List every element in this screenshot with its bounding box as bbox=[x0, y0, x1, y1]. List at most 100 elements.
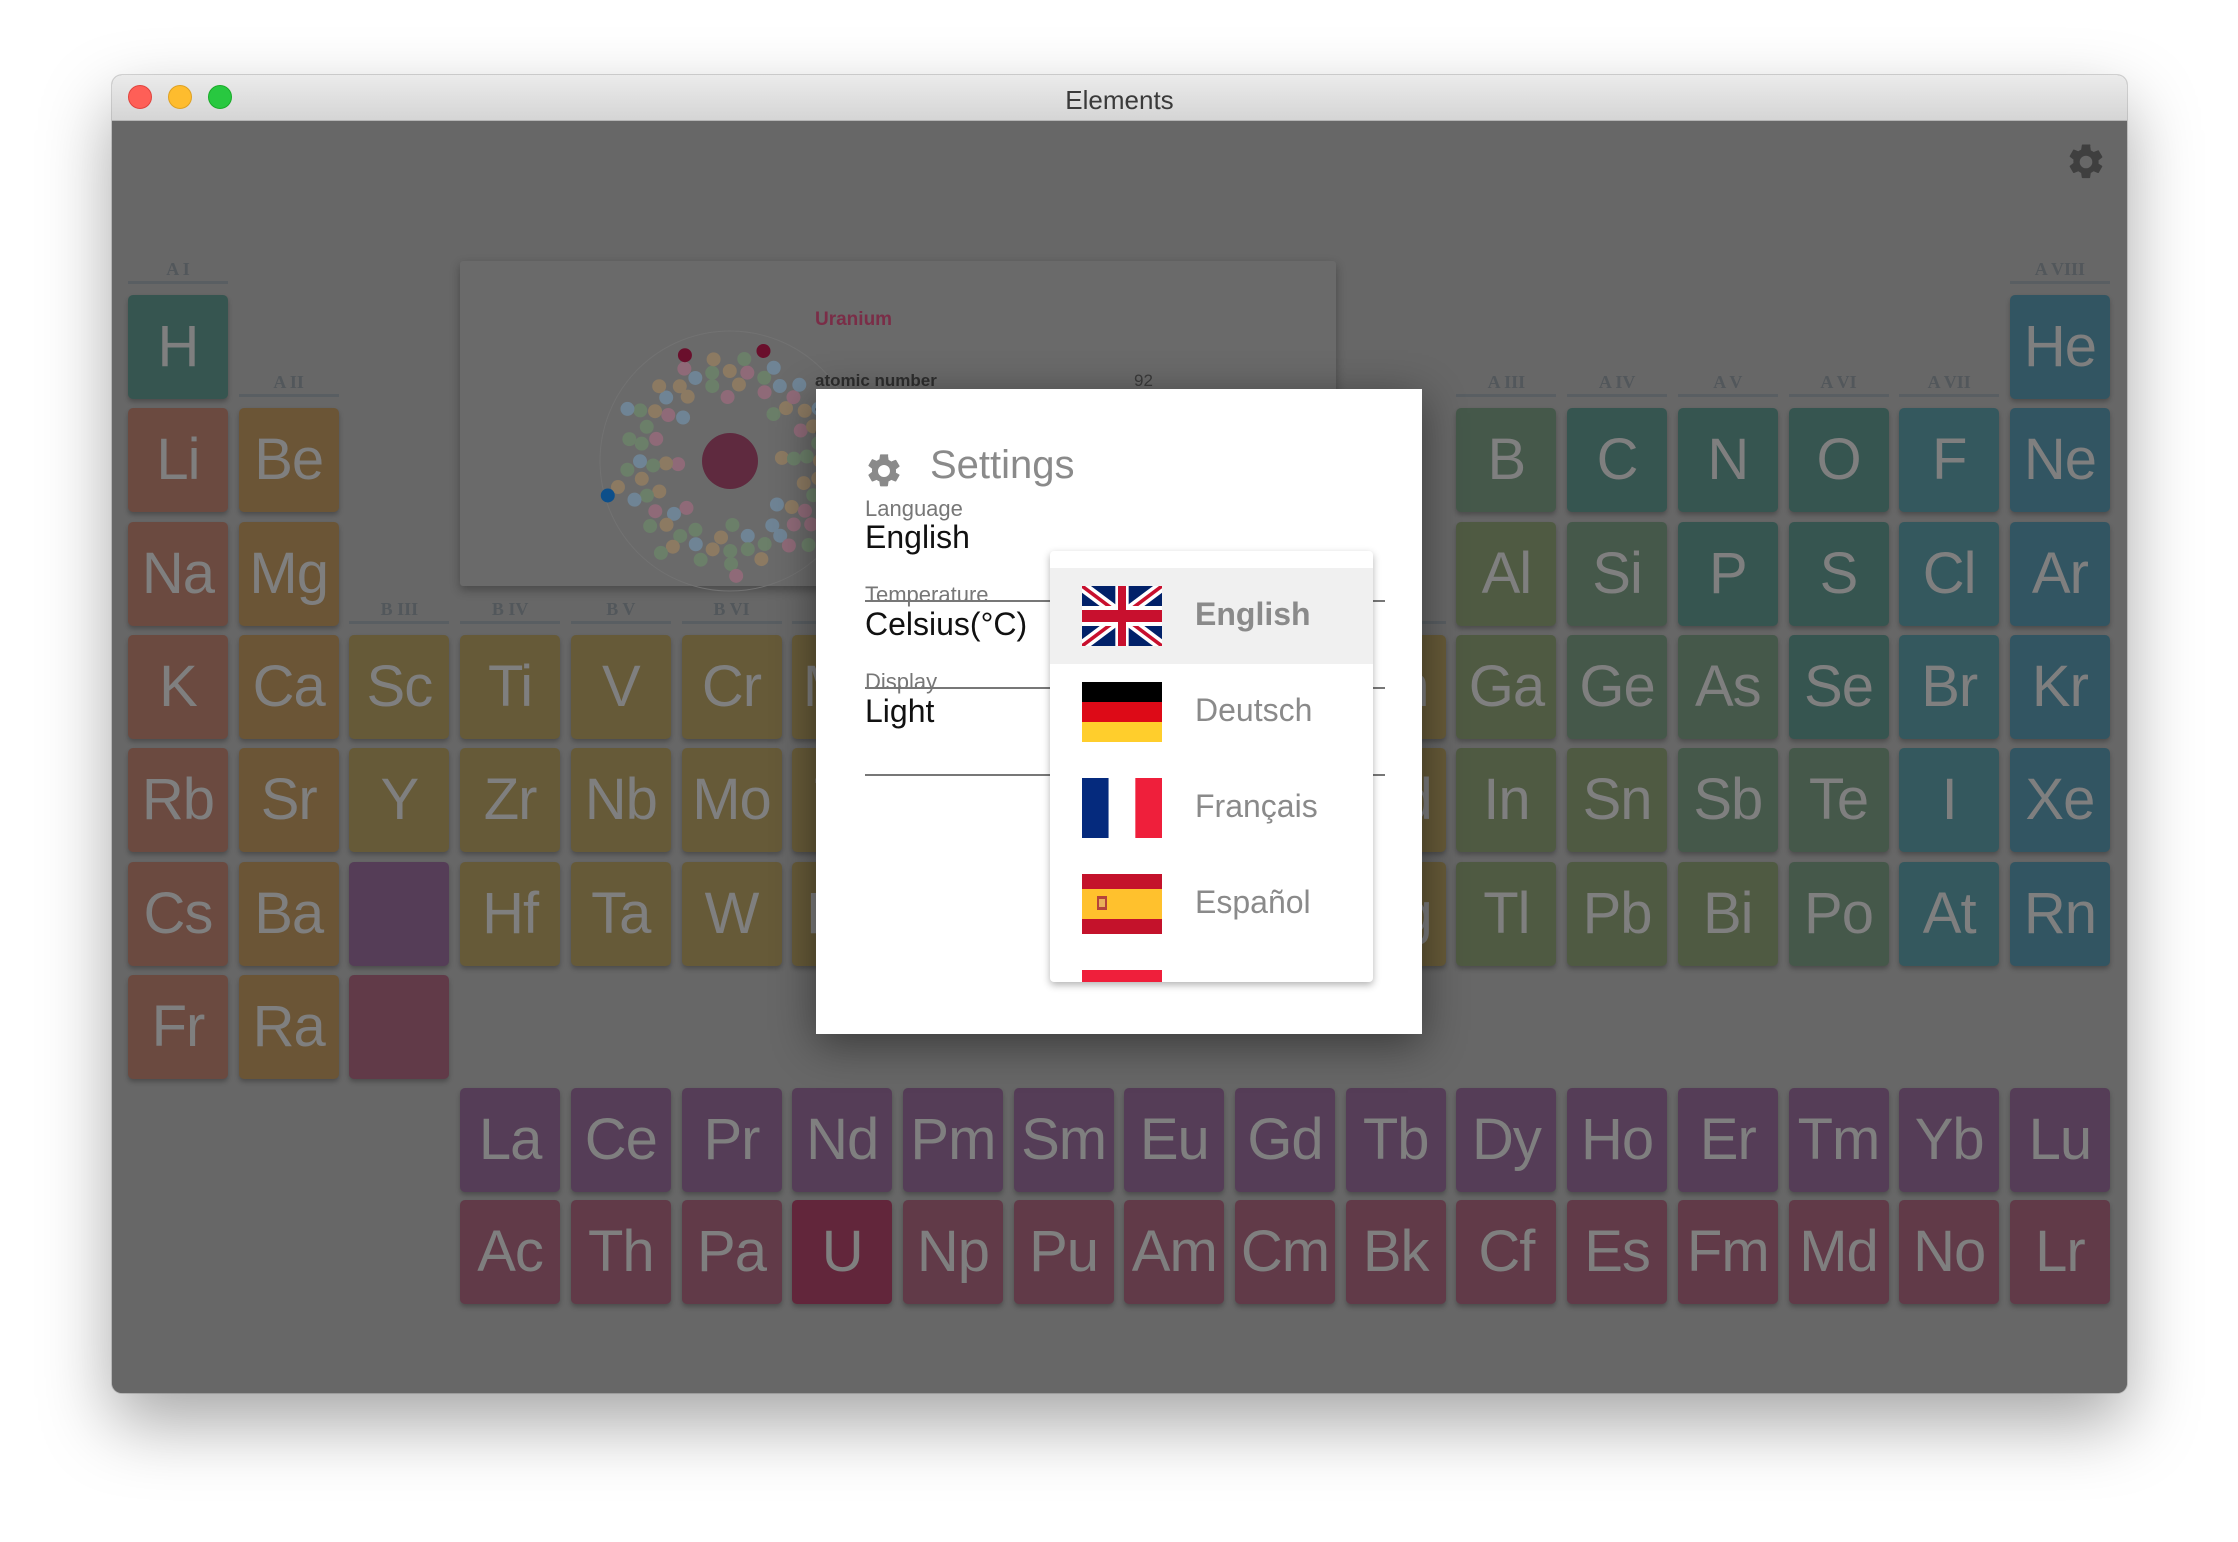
language-option-partial[interactable] bbox=[1050, 952, 1373, 982]
element-no[interactable]: No bbox=[1899, 1200, 2000, 1304]
element-kr[interactable]: Kr bbox=[2009, 634, 2110, 739]
element-nd[interactable]: Nd bbox=[792, 1088, 893, 1192]
element-lr[interactable]: Lr bbox=[2009, 1200, 2110, 1304]
element-eu[interactable]: Eu bbox=[1124, 1088, 1225, 1192]
element-pm[interactable]: Pm bbox=[902, 1088, 1003, 1192]
element-cs[interactable]: Cs bbox=[128, 861, 228, 966]
element-li[interactable]: Li bbox=[128, 408, 228, 513]
element-na[interactable]: Na bbox=[128, 521, 228, 626]
series-placeholder[interactable] bbox=[349, 861, 450, 966]
element-sm[interactable]: Sm bbox=[1013, 1088, 1114, 1192]
element-rn[interactable]: Rn bbox=[2009, 861, 2110, 966]
element-br[interactable]: Br bbox=[1899, 634, 2000, 739]
element-h[interactable]: H bbox=[128, 295, 228, 399]
element-ce[interactable]: Ce bbox=[570, 1088, 671, 1192]
language-option-english[interactable]: English bbox=[1050, 568, 1373, 664]
element-po[interactable]: Po bbox=[1788, 861, 1889, 966]
language-option-deutsch[interactable]: Deutsch bbox=[1050, 664, 1373, 760]
element-b[interactable]: B bbox=[1456, 408, 1557, 513]
element-pa[interactable]: Pa bbox=[681, 1200, 782, 1304]
element-tm[interactable]: Tm bbox=[1788, 1088, 1889, 1192]
element-lu[interactable]: Lu bbox=[2009, 1088, 2110, 1192]
element-u[interactable]: U bbox=[792, 1200, 893, 1304]
element-er[interactable]: Er bbox=[1677, 1088, 1778, 1192]
element-hf[interactable]: Hf bbox=[460, 861, 561, 966]
element-nb[interactable]: Nb bbox=[570, 748, 671, 853]
element-ti[interactable]: Ti bbox=[460, 634, 561, 739]
element-cr[interactable]: Cr bbox=[681, 634, 782, 739]
element-pu[interactable]: Pu bbox=[1013, 1200, 1114, 1304]
element-se[interactable]: Se bbox=[1788, 634, 1889, 739]
element-cm[interactable]: Cm bbox=[1235, 1200, 1335, 1304]
series-placeholder[interactable] bbox=[349, 974, 450, 1079]
element-ge[interactable]: Ge bbox=[1567, 634, 1668, 739]
element-th[interactable]: Th bbox=[570, 1200, 671, 1304]
element-ca[interactable]: Ca bbox=[238, 634, 339, 739]
element-md[interactable]: Md bbox=[1788, 1200, 1889, 1304]
element-fr[interactable]: Fr bbox=[128, 974, 228, 1079]
element-te[interactable]: Te bbox=[1788, 748, 1889, 853]
element-dy[interactable]: Dy bbox=[1456, 1088, 1557, 1192]
element-la[interactable]: La bbox=[460, 1088, 561, 1192]
element-sb[interactable]: Sb bbox=[1677, 748, 1778, 853]
element-pr[interactable]: Pr bbox=[681, 1088, 782, 1192]
element-mo[interactable]: Mo bbox=[681, 748, 782, 853]
element-ga[interactable]: Ga bbox=[1456, 634, 1557, 739]
settings-dialog: Settings Language English Temperature Ce… bbox=[816, 389, 1422, 1034]
element-at[interactable]: At bbox=[1899, 861, 2000, 966]
element-sc[interactable]: Sc bbox=[349, 634, 450, 739]
element-si[interactable]: Si bbox=[1567, 521, 1668, 626]
element-p[interactable]: P bbox=[1677, 521, 1778, 626]
element-sn[interactable]: Sn bbox=[1567, 748, 1668, 853]
element-in[interactable]: In bbox=[1456, 748, 1557, 853]
element-ho[interactable]: Ho bbox=[1567, 1088, 1668, 1192]
element-bk[interactable]: Bk bbox=[1345, 1200, 1446, 1304]
element-bi[interactable]: Bi bbox=[1677, 861, 1778, 966]
element-ne[interactable]: Ne bbox=[2009, 408, 2110, 513]
element-i[interactable]: I bbox=[1899, 748, 2000, 853]
element-o[interactable]: O bbox=[1788, 408, 1889, 513]
element-s[interactable]: S bbox=[1788, 521, 1889, 626]
element-k[interactable]: K bbox=[128, 634, 228, 739]
group-label: A VIII bbox=[2034, 259, 2085, 279]
element-gd[interactable]: Gd bbox=[1235, 1088, 1335, 1192]
element-y[interactable]: Y bbox=[349, 748, 450, 853]
element-ba[interactable]: Ba bbox=[238, 861, 339, 966]
element-be[interactable]: Be bbox=[238, 408, 339, 513]
element-n[interactable]: N bbox=[1677, 408, 1778, 513]
element-tl[interactable]: Tl bbox=[1456, 861, 1557, 966]
element-es[interactable]: Es bbox=[1567, 1200, 1668, 1304]
element-ar[interactable]: Ar bbox=[2009, 521, 2110, 626]
element-mg[interactable]: Mg bbox=[238, 521, 339, 626]
element-am[interactable]: Am bbox=[1124, 1200, 1225, 1304]
element-fm[interactable]: Fm bbox=[1677, 1200, 1778, 1304]
element-al[interactable]: Al bbox=[1456, 521, 1557, 626]
settings-gear-icon[interactable] bbox=[2065, 141, 2107, 183]
element-ra[interactable]: Ra bbox=[238, 974, 339, 1079]
element-c[interactable]: C bbox=[1567, 408, 1668, 513]
language-option-francais[interactable]: Français bbox=[1050, 760, 1373, 856]
element-cl[interactable]: Cl bbox=[1899, 521, 2000, 626]
element-tb[interactable]: Tb bbox=[1345, 1088, 1446, 1192]
element-as[interactable]: As bbox=[1677, 634, 1778, 739]
nucleus bbox=[702, 433, 758, 489]
element-xe[interactable]: Xe bbox=[2009, 748, 2110, 853]
element-cf[interactable]: Cf bbox=[1456, 1200, 1557, 1304]
element-sr[interactable]: Sr bbox=[238, 748, 339, 853]
group-divider bbox=[460, 620, 561, 624]
app-window: Elements Uranium atomic number92atomic w… bbox=[112, 75, 2127, 1393]
element-np[interactable]: Np bbox=[902, 1200, 1003, 1304]
element-yb[interactable]: Yb bbox=[1899, 1088, 2000, 1192]
property-value: 92 bbox=[1134, 371, 1153, 390]
element-zr[interactable]: Zr bbox=[460, 748, 561, 853]
element-he[interactable]: He bbox=[2009, 295, 2110, 399]
element-v[interactable]: V bbox=[570, 634, 671, 739]
element-pb[interactable]: Pb bbox=[1567, 861, 1668, 966]
group-divider bbox=[128, 281, 228, 284]
language-option-espanol[interactable]: Español bbox=[1050, 856, 1373, 952]
element-ta[interactable]: Ta bbox=[570, 861, 671, 966]
element-rb[interactable]: Rb bbox=[128, 748, 228, 853]
element-f[interactable]: F bbox=[1899, 408, 2000, 513]
element-ac[interactable]: Ac bbox=[460, 1200, 561, 1304]
element-w[interactable]: W bbox=[681, 861, 782, 966]
